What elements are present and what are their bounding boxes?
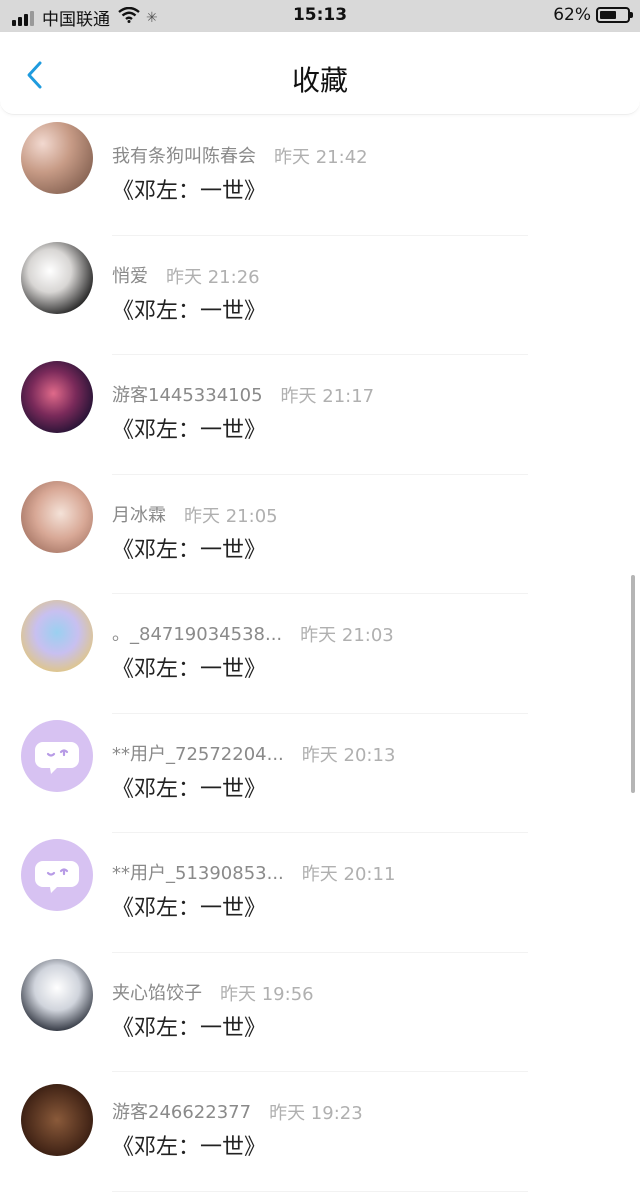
scrollbar[interactable] <box>631 575 635 793</box>
page-title: 收藏 <box>291 64 348 97</box>
favorite-time: 昨天 21:42 <box>274 147 368 168</box>
user-name: **用户_72572204... <box>112 743 284 765</box>
avatar[interactable] <box>21 1084 93 1156</box>
avatar[interactable] <box>21 958 93 1031</box>
battery-icon <box>596 7 633 23</box>
favorite-time: 昨天 19:23 <box>269 1103 363 1124</box>
list-item[interactable]: 游客1445334105 昨天 21:17 《邓左：一世》 <box>0 355 640 475</box>
favorite-content: 《邓左：一世》 <box>112 418 267 443</box>
user-name: 我有条狗叫陈春会 <box>112 146 256 167</box>
avatar[interactable] <box>21 241 93 314</box>
battery-level <box>600 11 617 19</box>
favorite-content: 《邓左：一世》 <box>112 896 267 921</box>
favorite-time: 昨天 21:03 <box>300 625 394 646</box>
favorite-content: 《邓左：一世》 <box>112 657 267 682</box>
list-item[interactable]: 悄爱 昨天 21:26 《邓左：一世》 <box>0 236 640 355</box>
favorite-time: 昨天 20:11 <box>301 864 396 885</box>
status-bar: 中国联通 ✳ 15:13 62% <box>0 0 640 32</box>
list-item[interactable]: **用户_51390853... 昨天 20:11 《邓左：一世》 <box>0 833 640 953</box>
user-name: 夹心馅饺子 <box>112 982 202 1004</box>
favorite-content: 《邓左：一世》 <box>112 537 267 563</box>
favorite-time: 昨天 21:17 <box>280 386 375 407</box>
favorites-list: 我有条狗叫陈春会 昨天 21:42 《邓左：一世》 悄爱 昨天 21:26 《邓左：一世》… <box>0 116 640 1192</box>
default-chat-avatar[interactable] <box>21 839 93 911</box>
list-item[interactable]: 我有条狗叫陈春会 昨天 21:42 《邓左：一世》 <box>0 116 640 236</box>
favorite-time: 昨天 20:13 <box>301 744 396 766</box>
user-name: 游客1445334105 <box>112 385 263 406</box>
favorite-time: 昨天 19:56 <box>220 983 314 1005</box>
battery-percent: 62% <box>553 5 591 25</box>
list-item[interactable]: 。_84719034538... 昨天 21:03 《邓左：一世》 <box>0 594 640 714</box>
avatar[interactable] <box>21 122 93 194</box>
user-name: **用户_51390853... <box>112 863 284 884</box>
user-name: 月冰霖 <box>112 504 166 526</box>
status-right: 62% <box>553 5 633 25</box>
favorite-content: 《邓左：一世》 <box>112 298 267 324</box>
default-chat-avatar[interactable] <box>21 719 93 792</box>
user-name: 。_84719034538... <box>112 624 283 645</box>
list-item[interactable]: 月冰霖 昨天 21:05 《邓左：一世》 <box>0 475 640 594</box>
favorite-content: 《邓左：一世》 <box>112 1135 267 1160</box>
user-name: 游客246622377 <box>112 1102 252 1123</box>
list-item[interactable]: 游客246622377 昨天 19:23 《邓左：一世》 <box>0 1072 640 1192</box>
favorite-content: 《邓左：一世》 <box>112 179 267 204</box>
favorite-time: 昨天 21:26 <box>166 266 260 288</box>
divider <box>112 1190 528 1192</box>
chat-bubble-icon <box>35 741 79 774</box>
favorite-content: 《邓左：一世》 <box>112 1015 267 1041</box>
navigation-bar: 收藏 <box>0 32 640 115</box>
avatar[interactable] <box>21 600 93 672</box>
status-time: 15:13 <box>292 5 348 25</box>
list-item[interactable]: **用户_72572204... 昨天 20:13 《邓左：一世》 <box>0 714 640 833</box>
avatar[interactable] <box>21 361 93 433</box>
user-name: 悄爱 <box>112 265 148 287</box>
favorite-time: 昨天 21:05 <box>184 505 278 527</box>
favorite-content: 《邓左：一世》 <box>112 776 267 802</box>
list-item[interactable]: 夹心馅饺子 昨天 19:56 《邓左：一世》 <box>0 953 640 1072</box>
avatar[interactable] <box>21 480 93 553</box>
chat-bubble-icon <box>35 861 79 893</box>
